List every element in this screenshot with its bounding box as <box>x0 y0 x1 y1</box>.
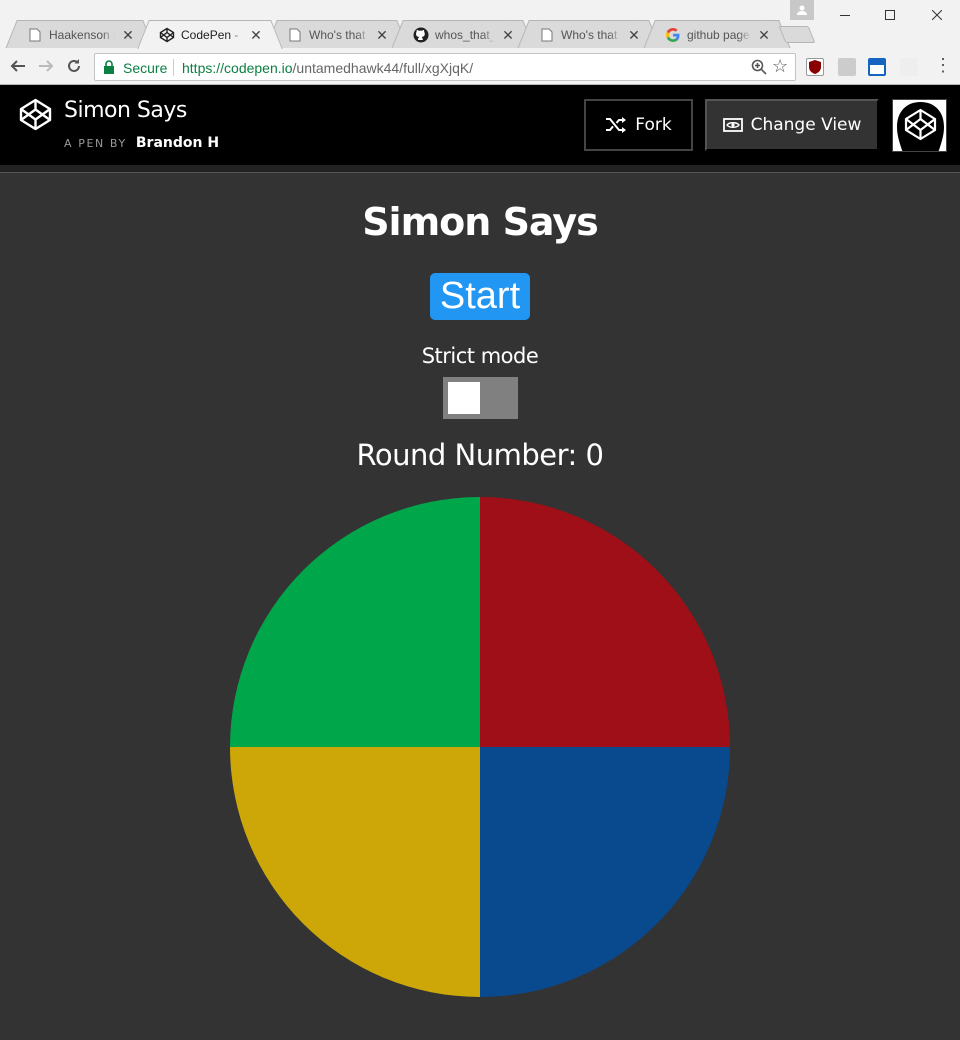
google-icon <box>665 27 681 43</box>
eye-icon <box>722 118 743 132</box>
url-text[interactable]: https://codepen.io/untamedhawk44/full/xg… <box>182 60 473 76</box>
tab-title: CodePen - S <box>181 28 243 42</box>
reload-icon <box>68 59 80 72</box>
close-tab-icon[interactable]: ✕ <box>757 28 771 42</box>
reload-button[interactable] <box>62 54 86 78</box>
start-button[interactable]: Start <box>430 273 530 320</box>
forward-arrow-icon <box>39 60 54 72</box>
change-view-button[interactable]: Change View <box>705 99 879 151</box>
url-path: /untamedhawk44/full/xgXjqK/ <box>292 60 474 76</box>
tab-title: Haakenson F <box>49 28 115 42</box>
bookmark-star-icon[interactable]: ☆ <box>772 56 788 77</box>
zoom-icon[interactable] <box>750 58 768 76</box>
tab-2-active[interactable]: CodePen - S ✕ <box>150 20 270 48</box>
browser-menu-icon[interactable]: ⋮ <box>934 56 952 74</box>
page-icon <box>27 27 43 43</box>
tab-3[interactable]: Who's that F ✕ <box>278 20 396 48</box>
address-bar[interactable]: Secure https://codepen.io/untamedhawk44/… <box>94 53 796 81</box>
codepen-header: Simon Says A PEN BY Brandon H Fork Chang… <box>0 85 960 165</box>
profile-button[interactable] <box>790 0 814 20</box>
green-quadrant[interactable] <box>230 497 480 747</box>
tab-title: whos_that_p <box>435 28 495 42</box>
avatar-image <box>893 100 946 151</box>
url-scheme: https:// <box>182 60 225 76</box>
cloud-extension-icon[interactable] <box>900 58 918 76</box>
maximize-button[interactable] <box>867 0 913 30</box>
close-tab-icon[interactable]: ✕ <box>249 28 263 42</box>
pen-byline: A PEN BY Brandon H <box>64 132 219 151</box>
pen-title: Simon Says <box>64 98 187 123</box>
fork-icon <box>606 117 627 133</box>
secure-label: Secure <box>123 60 168 76</box>
image-extension-icon[interactable] <box>838 58 856 76</box>
forward-button[interactable] <box>34 54 58 78</box>
ublock-extension-icon[interactable] <box>806 58 824 76</box>
tab-title: Who's that F <box>561 28 621 42</box>
blue-quadrant[interactable] <box>480 747 730 997</box>
window-extension-icon[interactable] <box>868 58 886 76</box>
minimize-button[interactable] <box>822 0 868 30</box>
game-title: Simon Says <box>362 200 599 244</box>
red-quadrant[interactable] <box>480 497 730 747</box>
tab-6[interactable]: github page ✕ <box>656 20 778 48</box>
close-window-button[interactable] <box>914 0 960 30</box>
minimize-icon <box>840 15 850 16</box>
strict-mode-label: Strict mode <box>421 344 539 368</box>
user-avatar[interactable] <box>892 99 947 152</box>
back-arrow-icon <box>10 60 25 72</box>
strict-mode-toggle[interactable] <box>443 377 518 419</box>
github-icon <box>413 27 429 43</box>
change-view-label: Change View <box>750 115 862 135</box>
codepen-logo-icon[interactable] <box>19 98 52 131</box>
fork-label: Fork <box>635 115 672 135</box>
toggle-knob[interactable] <box>448 382 480 414</box>
close-tab-icon[interactable]: ✕ <box>501 28 515 42</box>
browser-titlebar: Haakenson F ✕ CodePen - S ✕ Who's that F… <box>0 0 960 48</box>
tab-1[interactable]: Haakenson F ✕ <box>18 20 142 48</box>
close-tab-icon[interactable]: ✕ <box>121 28 135 42</box>
page-icon <box>287 27 303 43</box>
url-host: codepen.io <box>224 60 293 76</box>
person-icon <box>797 5 807 15</box>
simon-board <box>230 497 730 997</box>
omnibox-divider <box>173 59 174 76</box>
browser-toolbar: Secure https://codepen.io/untamedhawk44/… <box>0 48 960 85</box>
tab-5[interactable]: Who's that F ✕ <box>530 20 648 48</box>
close-tab-icon[interactable]: ✕ <box>375 28 389 42</box>
back-button[interactable] <box>6 54 30 78</box>
close-tab-icon[interactable]: ✕ <box>627 28 641 42</box>
author-link[interactable]: Brandon H <box>136 135 219 151</box>
yellow-quadrant[interactable] <box>230 747 480 997</box>
new-tab-button[interactable] <box>778 26 816 43</box>
round-number-label: Round Number: 0 <box>356 438 604 472</box>
maximize-icon <box>885 10 895 20</box>
tab-4[interactable]: whos_that_p ✕ <box>404 20 522 48</box>
close-icon <box>932 10 942 20</box>
tab-title: Who's that F <box>309 28 369 42</box>
header-divider <box>0 165 960 173</box>
tab-title: github page <box>687 28 750 42</box>
fork-button[interactable]: Fork <box>584 99 693 151</box>
byline-prefix: A PEN BY <box>64 137 127 150</box>
lock-icon <box>104 60 114 74</box>
codepen-icon <box>159 27 175 43</box>
page-icon <box>539 27 555 43</box>
